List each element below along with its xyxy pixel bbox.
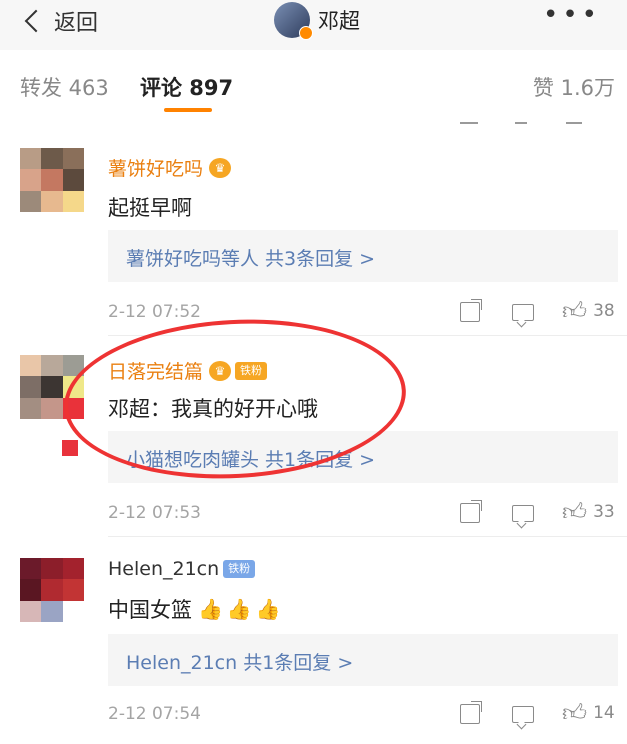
reply-preview[interactable]: 小猫想吃肉罐头 共1条回复 >	[108, 431, 618, 483]
more-icon[interactable]: •••	[543, 2, 601, 28]
like-button[interactable]: 👍︎ 33	[562, 500, 615, 524]
comment-icon[interactable]	[512, 706, 534, 723]
avatar	[274, 2, 313, 40]
thumbs-up-emoji: 👍👍👍	[198, 597, 285, 621]
comment-time: 2-12 07:54	[108, 704, 201, 724]
tab-like[interactable]: 赞 1.6万	[533, 72, 615, 102]
share-icon[interactable]	[460, 500, 482, 523]
crown-icon: ♛	[209, 157, 232, 178]
active-tab-indicator	[164, 108, 212, 112]
like-icon: 👍︎	[562, 498, 588, 526]
reply-preview[interactable]: Helen_21cn 共1条回复 >	[108, 634, 618, 686]
fan-badge: 铁粉	[223, 560, 256, 578]
comment-time: 2-12 07:52	[108, 302, 201, 322]
like-button[interactable]: 👍︎ 38	[562, 299, 615, 323]
like-count: 14	[593, 703, 615, 723]
tab-bar: 转发 463 评论 897 赞 1.6万	[0, 50, 627, 115]
avatar[interactable]	[20, 148, 84, 212]
share-icon[interactable]	[460, 299, 482, 322]
tab-repost[interactable]: 转发 463	[20, 72, 109, 102]
avatar[interactable]	[20, 558, 84, 622]
comment-icon[interactable]	[512, 505, 534, 522]
comment-username[interactable]: Helen_21cn	[108, 558, 219, 580]
nav-bar: 返回 邓超 •••	[0, 0, 627, 51]
reply-link[interactable]: 薯饼好吃吗等人 共3条回复 >	[126, 244, 375, 271]
like-icon: 👍︎	[562, 699, 588, 727]
comment-text: 邓超：我真的好开心哦	[108, 397, 318, 421]
divider	[108, 536, 627, 537]
comment-item: Helen_21cn 铁粉 中国女篮 👍👍👍 Helen_21cn 共1条回复 …	[0, 538, 627, 744]
comment-time: 2-12 07:53	[108, 503, 201, 523]
reply-link[interactable]: Helen_21cn 共1条回复 >	[126, 648, 353, 675]
profile-header[interactable]: 邓超	[274, 2, 360, 40]
comment-icon[interactable]	[512, 304, 534, 321]
comment-text-body: 中国女篮	[108, 598, 192, 622]
page-title: 邓超	[318, 9, 360, 33]
tab-comment[interactable]: 评论 897	[140, 72, 233, 102]
like-count: 38	[593, 301, 615, 321]
fan-badge: 铁粉	[235, 361, 268, 380]
crown-icon: ♛	[209, 360, 232, 381]
like-button[interactable]: 👍︎ 14	[562, 701, 615, 725]
reply-preview[interactable]: 薯饼好吃吗等人 共3条回复 >	[108, 230, 618, 282]
annotation-mark	[62, 440, 78, 456]
comment-text: 中国女篮 👍👍👍	[108, 594, 285, 624]
like-icon: 👍︎	[562, 297, 588, 325]
back-button[interactable]: 返回	[22, 6, 98, 36]
back-label: 返回	[54, 11, 99, 36]
previous-actions-fragment	[0, 114, 627, 134]
like-count: 33	[593, 502, 615, 522]
comment-item: 薯饼好吃吗 ♛ 起挺早啊 薯饼好吃吗等人 共3条回复 > 2-12 07:52 …	[0, 136, 627, 336]
divider	[108, 335, 627, 336]
comment-username[interactable]: 薯饼好吃吗	[108, 154, 203, 181]
comment-username[interactable]: 日落完结篇	[108, 357, 203, 384]
back-chevron-icon	[24, 9, 48, 33]
share-icon[interactable]	[460, 701, 482, 724]
avatar[interactable]	[20, 355, 84, 419]
comment-text: 起挺早啊	[108, 196, 192, 220]
reply-link[interactable]: 小猫想吃肉罐头 共1条回复 >	[126, 445, 375, 472]
comment-item: 日落完结篇 ♛ 铁粉 邓超：我真的好开心哦 小猫想吃肉罐头 共1条回复 > 2-…	[0, 337, 627, 537]
verified-badge-icon	[299, 26, 313, 40]
